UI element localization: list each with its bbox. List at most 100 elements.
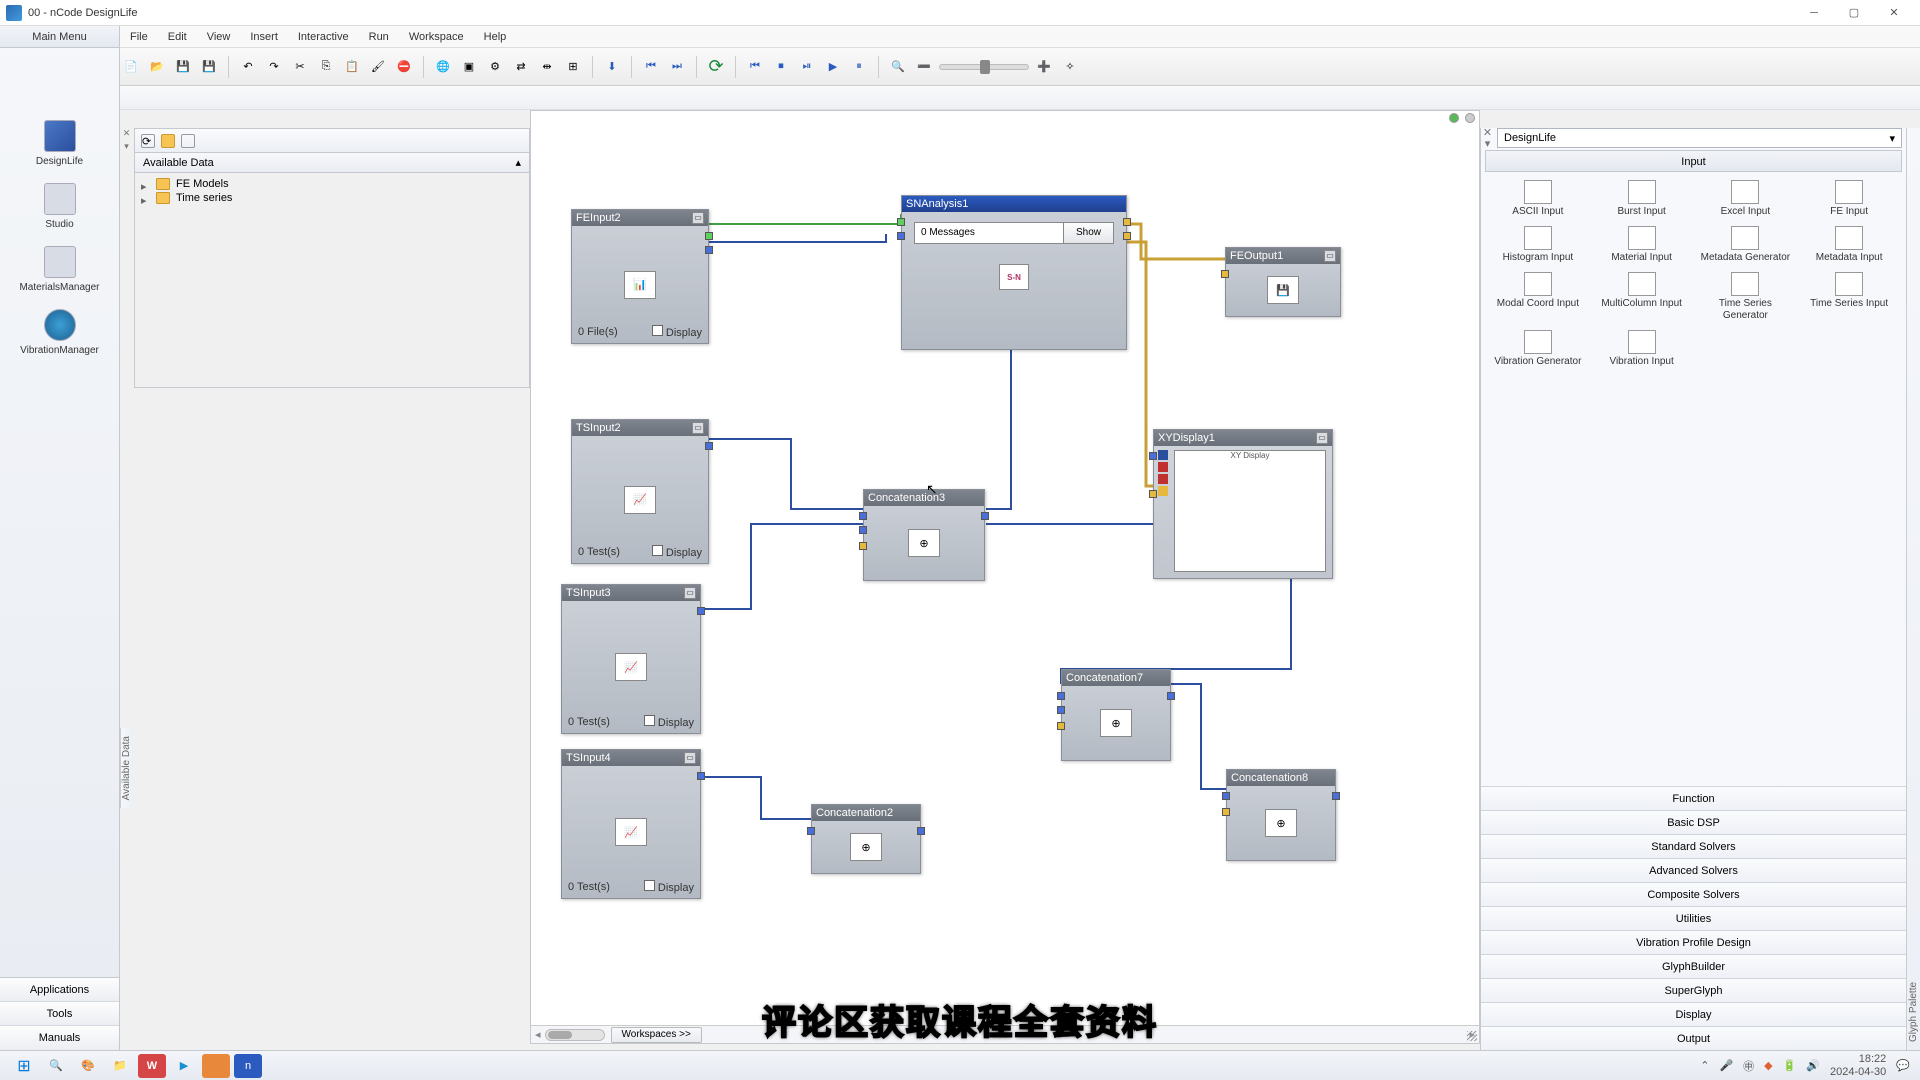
palette-item-fe-input[interactable]: FE Input: [1798, 178, 1900, 220]
palette-category-advanced-solvers[interactable]: Advanced Solvers: [1481, 858, 1906, 882]
toolbar-globe-icon[interactable]: 🌐: [432, 56, 454, 78]
palette-item-histogram-input[interactable]: Histogram Input: [1487, 224, 1589, 266]
toolbar-undo-icon[interactable]: ↶: [237, 56, 259, 78]
glyph-feinput2[interactable]: FEInput2▭ 📊 0 File(s) Display: [571, 209, 709, 344]
resize-handle-icon[interactable]: [1467, 1031, 1477, 1041]
glyph-tsinput4[interactable]: TSInput4▭ 📈 0 Test(s)Display: [561, 749, 701, 899]
toolbar-pause-icon[interactable]: ⏸: [848, 56, 870, 78]
sidebar-item-vibration[interactable]: VibrationManager: [0, 303, 119, 366]
toolbar-step-icon[interactable]: ⏯: [796, 56, 818, 78]
palette-category-glyphbuilder[interactable]: GlyphBuilder: [1481, 954, 1906, 978]
palette-item-metadata-input[interactable]: Metadata Input: [1798, 224, 1900, 266]
toolbar-run-icon[interactable]: ⟳: [705, 56, 727, 78]
minimize-button[interactable]: ─: [1794, 2, 1834, 24]
display-checkbox[interactable]: [652, 545, 663, 556]
glyph-xydisplay1[interactable]: XYDisplay1▭ XY Display: [1153, 429, 1333, 579]
glyph-concatenation2[interactable]: Concatenation2 ⊕: [811, 804, 921, 874]
palette-category-output[interactable]: Output: [1481, 1026, 1906, 1050]
glyph-feoutput1[interactable]: FEOutput1▭ 💾: [1225, 247, 1341, 317]
menu-run[interactable]: Run: [359, 29, 399, 45]
glyph-concatenation7[interactable]: Concatenation7 ⊕: [1061, 669, 1171, 761]
palette-item-burst-input[interactable]: Burst Input: [1591, 178, 1693, 220]
available-data-tab[interactable]: Available Data: [120, 728, 133, 808]
palette-item-material-input[interactable]: Material Input: [1591, 224, 1693, 266]
display-checkbox[interactable]: [652, 325, 663, 336]
menu-help[interactable]: Help: [474, 29, 517, 45]
avail-close-icon[interactable]: ✕: [123, 128, 131, 139]
taskbar-search-icon[interactable]: 🔍: [42, 1054, 70, 1078]
palette-item-vibration-input[interactable]: Vibration Input: [1591, 328, 1693, 370]
palette-category-standard-solvers[interactable]: Standard Solvers: [1481, 834, 1906, 858]
toolbar-ffwd-icon[interactable]: ⏭: [666, 56, 688, 78]
canvas-hscrollbar[interactable]: [545, 1029, 605, 1041]
taskbar-clock[interactable]: 18:22 2024-04-30: [1830, 1053, 1886, 1077]
tray-chevron-icon[interactable]: ⌃: [1700, 1059, 1709, 1072]
tray-mic-icon[interactable]: 🎤: [1719, 1059, 1733, 1072]
tray-battery-icon[interactable]: 🔋: [1783, 1059, 1797, 1072]
toolbar-open-icon[interactable]: 📂: [146, 56, 168, 78]
glyph-concatenation3[interactable]: Concatenation3 ⊕: [863, 489, 985, 581]
maximize-button[interactable]: ▢: [1834, 2, 1874, 24]
palette-category-display[interactable]: Display: [1481, 1002, 1906, 1026]
show-button[interactable]: Show: [1064, 222, 1114, 244]
glyph-tsinput2[interactable]: TSInput2▭ 📈 0 Test(s)Display: [571, 419, 709, 564]
toolbar-new-icon[interactable]: 📄: [120, 56, 142, 78]
palette-item-ascii-input[interactable]: ASCII Input: [1487, 178, 1589, 220]
toolbar-delete-icon[interactable]: ⛔: [393, 56, 415, 78]
glyph-menu-icon[interactable]: ▭: [684, 752, 696, 764]
display-checkbox[interactable]: [644, 715, 655, 726]
palette-category-composite-solvers[interactable]: Composite Solvers: [1481, 882, 1906, 906]
sidebar-item-designlife[interactable]: DesignLife: [0, 114, 119, 177]
sidebar-applications[interactable]: Applications: [0, 978, 119, 1002]
toolbar-cut-icon[interactable]: ✂: [289, 56, 311, 78]
palette-item-metadata-generator[interactable]: Metadata Generator: [1695, 224, 1797, 266]
palette-item-time-series-generator[interactable]: Time Series Generator: [1695, 270, 1797, 324]
menu-workspace[interactable]: Workspace: [399, 29, 474, 45]
palette-pin-icon[interactable]: ▾: [1485, 138, 1491, 150]
sidebar-manuals[interactable]: Manuals: [0, 1026, 119, 1050]
tree-item-time-series[interactable]: ▸ Time series: [141, 191, 523, 205]
palette-category-basic-dsp[interactable]: Basic DSP: [1481, 810, 1906, 834]
menu-file[interactable]: File: [120, 29, 158, 45]
glyph-tsinput3[interactable]: TSInput3▭ 📈 0 Test(s)Display: [561, 584, 701, 734]
toolbar-zoomin-icon[interactable]: ➕: [1033, 56, 1055, 78]
menu-view[interactable]: View: [197, 29, 241, 45]
taskbar-explorer-icon[interactable]: 📁: [106, 1054, 134, 1078]
taskbar-wps-icon[interactable]: W: [138, 1054, 166, 1078]
taskbar-start-icon[interactable]: ⊞: [10, 1054, 38, 1078]
taskbar-ncode-icon[interactable]: n: [234, 1054, 262, 1078]
avail-grid-icon[interactable]: [181, 134, 195, 148]
avail-folder-icon[interactable]: [161, 134, 175, 148]
glyph-concatenation8[interactable]: Concatenation8 ⊕: [1226, 769, 1336, 861]
tray-notification-icon[interactable]: 💬: [1896, 1059, 1910, 1072]
toolbar-fit-icon[interactable]: ✧: [1059, 56, 1081, 78]
expand-icon[interactable]: ▸: [141, 194, 150, 203]
toolbar-zoom-icon[interactable]: 🔍: [887, 56, 909, 78]
palette-item-multicolumn-input[interactable]: MultiColumn Input: [1591, 270, 1693, 324]
toolbar-copy-icon[interactable]: ⎘: [315, 56, 337, 78]
sidebar-item-studio[interactable]: Studio: [0, 177, 119, 240]
scroll-left-icon[interactable]: ◂: [535, 1028, 541, 1041]
close-button[interactable]: ✕: [1874, 2, 1914, 24]
tree-item-fe-models[interactable]: ▸ FE Models: [141, 177, 523, 191]
palette-item-vibration-generator[interactable]: Vibration Generator: [1487, 328, 1589, 370]
toolbar-zoomout-icon[interactable]: ➖: [913, 56, 935, 78]
taskbar-app1-icon[interactable]: 🎨: [74, 1054, 102, 1078]
menu-insert[interactable]: Insert: [240, 29, 288, 45]
toolbar-skip-start-icon[interactable]: ⏮: [744, 56, 766, 78]
tray-lang-icon[interactable]: ㊥: [1743, 1058, 1754, 1074]
palette-category-superglyph[interactable]: SuperGlyph: [1481, 978, 1906, 1002]
toolbar-play-icon[interactable]: ▶: [822, 56, 844, 78]
workflow-canvas[interactable]: FEInput2▭ 📊 0 File(s) Display SNAnalysis…: [530, 110, 1480, 1044]
toolbar-save-icon[interactable]: 💾: [172, 56, 194, 78]
glyph-menu-icon[interactable]: ▭: [684, 587, 696, 599]
workspaces-button[interactable]: Workspaces >>: [611, 1027, 702, 1043]
taskbar-media-icon[interactable]: ▶: [170, 1054, 198, 1078]
glyph-palette-tab[interactable]: Glyph Palette: [1906, 128, 1920, 1050]
glyph-menu-icon[interactable]: ▭: [1324, 250, 1336, 262]
palette-item-excel-input[interactable]: Excel Input: [1695, 178, 1797, 220]
taskbar-app2-icon[interactable]: [202, 1054, 230, 1078]
display-checkbox[interactable]: [644, 880, 655, 891]
toolbar-step-back-icon[interactable]: ⏮: [640, 56, 662, 78]
glyph-snanalysis1[interactable]: SNAnalysis1 0 Messages Show S-N: [901, 195, 1127, 350]
